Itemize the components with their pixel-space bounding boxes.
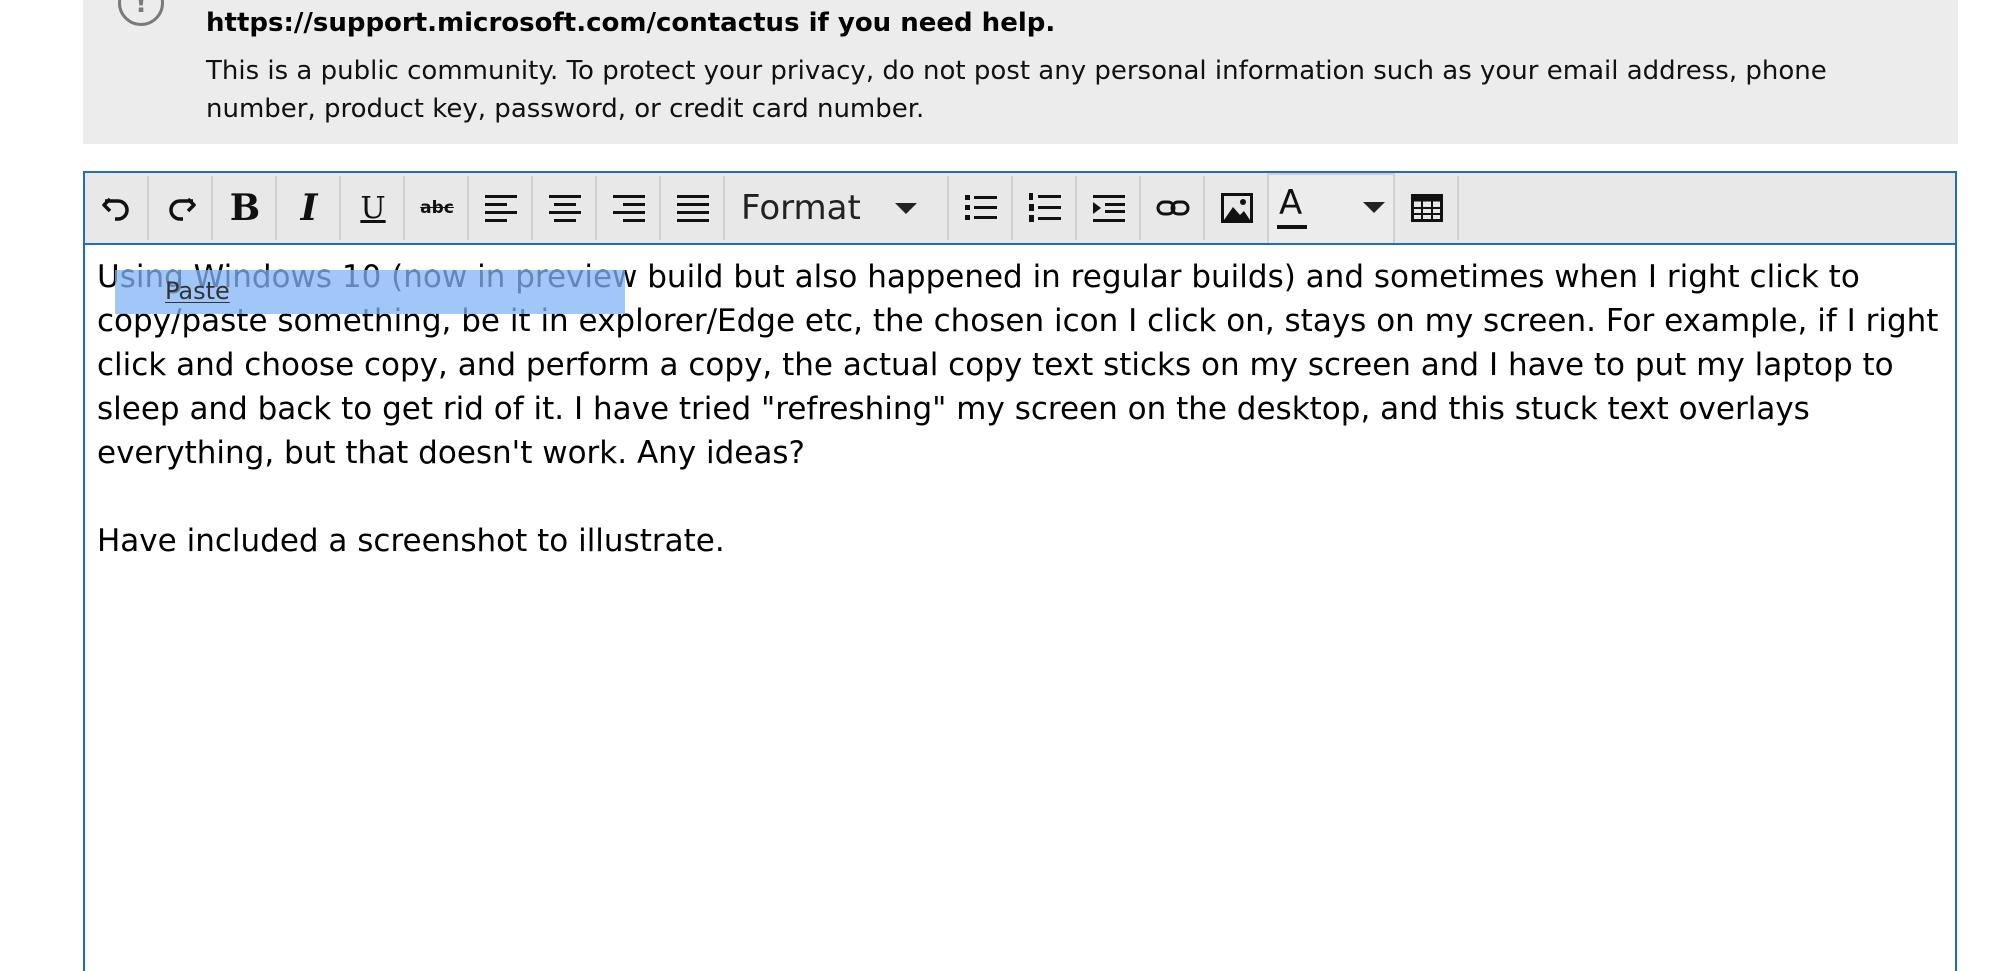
justify-button[interactable] bbox=[663, 176, 725, 240]
align-center-button[interactable] bbox=[535, 176, 597, 240]
bullet-list-icon bbox=[965, 195, 997, 220]
indent-icon bbox=[1093, 195, 1125, 222]
table-button[interactable] bbox=[1397, 176, 1459, 240]
editor-toolbar: B I U abc Format A bbox=[85, 173, 1955, 245]
underline-icon: U bbox=[360, 190, 386, 226]
bold-icon: B bbox=[229, 187, 261, 229]
link-button[interactable] bbox=[1143, 176, 1205, 240]
strikethrough-icon: abc bbox=[420, 198, 454, 218]
numbered-list-icon bbox=[1029, 193, 1061, 222]
text-color-underline bbox=[1277, 225, 1307, 229]
align-center-icon bbox=[549, 195, 581, 222]
bold-button[interactable]: B bbox=[215, 176, 277, 240]
strikethrough-button[interactable]: abc bbox=[407, 176, 469, 240]
paste-menu-item: Paste bbox=[165, 277, 230, 305]
redo-icon bbox=[169, 197, 196, 221]
image-icon bbox=[1221, 193, 1253, 223]
support-link-text[interactable]: https://support.microsoft.com/contactus … bbox=[206, 8, 1055, 38]
underline-button[interactable]: U bbox=[343, 176, 405, 240]
chevron-down-icon bbox=[895, 203, 917, 214]
redo-button[interactable] bbox=[151, 176, 213, 240]
format-dropdown[interactable]: Format bbox=[729, 176, 949, 240]
privacy-notice: This is a public community. To protect y… bbox=[206, 56, 1827, 124]
align-left-button[interactable] bbox=[471, 176, 533, 240]
post-paragraph: Have included a screenshot to illustrate… bbox=[97, 523, 725, 559]
link-icon bbox=[1156, 200, 1190, 216]
align-right-button[interactable] bbox=[599, 176, 661, 240]
text-color-icon: A bbox=[1279, 183, 1303, 223]
align-right-icon bbox=[613, 195, 645, 222]
chevron-down-icon[interactable] bbox=[1363, 202, 1385, 213]
format-label: Format bbox=[741, 188, 861, 228]
undo-icon bbox=[102, 197, 129, 221]
undo-button[interactable] bbox=[87, 176, 149, 240]
numbered-list-button[interactable] bbox=[1015, 176, 1077, 240]
justify-icon bbox=[677, 195, 709, 222]
text-color-button[interactable]: A bbox=[1267, 173, 1395, 243]
italic-icon: I bbox=[300, 187, 318, 229]
indent-button[interactable] bbox=[1079, 176, 1141, 240]
table-icon bbox=[1411, 194, 1443, 222]
bullet-list-button[interactable] bbox=[951, 176, 1013, 240]
align-left-icon bbox=[485, 195, 517, 222]
image-button[interactable] bbox=[1207, 176, 1269, 240]
italic-button[interactable]: I bbox=[279, 176, 341, 240]
